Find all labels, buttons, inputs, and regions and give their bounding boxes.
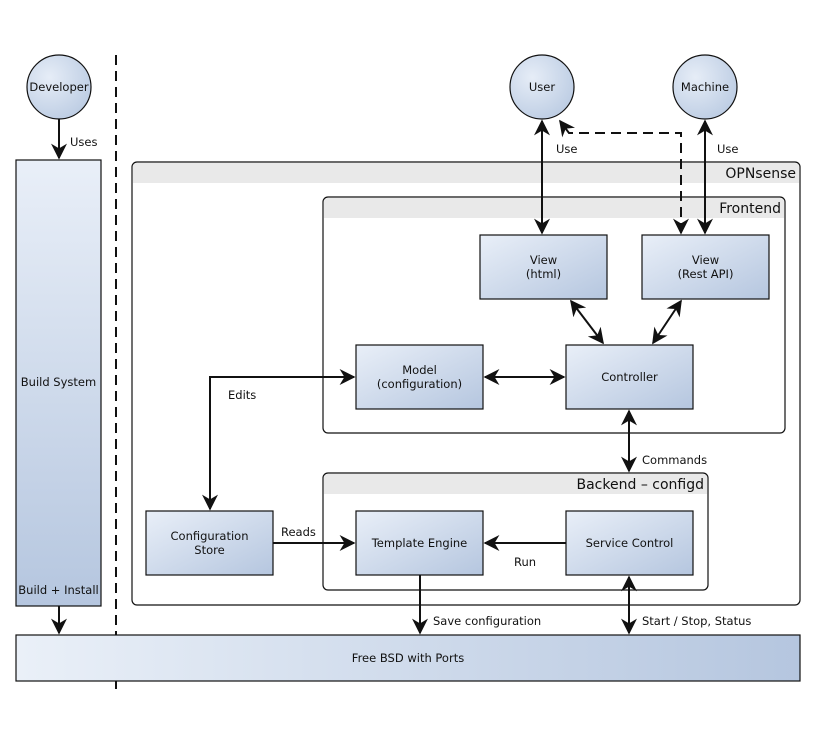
view-rest-title: View [692, 253, 719, 267]
view-rest-node: View (Rest API) [641, 234, 770, 300]
freebsd-label: Free BSD with Ports [352, 651, 464, 665]
developer-actor: Developer [26, 54, 92, 120]
template-engine-node: Template Engine [355, 510, 484, 576]
user-label: User [529, 80, 555, 94]
view-html-title: View [530, 253, 557, 267]
model-node: Model (configuration) [355, 344, 484, 410]
edge-label-commands: Commands [642, 453, 707, 467]
edge-label-use-machine: Use [717, 142, 738, 156]
config-store-subtitle: Store [194, 543, 224, 557]
freebsd-node: Free BSD with Ports [15, 634, 801, 682]
opnsense-label: OPNsense [725, 166, 796, 182]
machine-label: Machine [681, 80, 729, 94]
template-engine-label: Template Engine [371, 536, 468, 550]
edge-label-edits: Edits [228, 388, 256, 402]
config-store-title: Configuration [171, 529, 249, 543]
edge-label-run: Run [514, 555, 536, 569]
backend-label: Backend – configd [577, 477, 705, 493]
view-html-node: View (html) [479, 234, 608, 300]
edge-label-uses: Uses [70, 135, 97, 149]
service-control-label: Service Control [586, 536, 674, 550]
architecture-diagram: OPNsense Frontend Backend – configd Deve… [15, 54, 801, 690]
view-html-subtitle: (html) [526, 267, 561, 281]
machine-actor: Machine [672, 54, 738, 120]
model-title: Model [402, 363, 437, 377]
edge-label-start-stop-status: Start / Stop, Status [642, 614, 751, 628]
developer-label: Developer [29, 80, 88, 94]
model-subtitle: (configuration) [377, 377, 462, 391]
config-store-node: Configuration Store [145, 510, 274, 576]
build-install-label: Build + Install [18, 583, 98, 597]
controller-label: Controller [601, 370, 658, 384]
edge-label-reads: Reads [281, 525, 316, 539]
user-actor: User [509, 54, 575, 120]
build-system-label: Build System [21, 375, 96, 389]
edge-label-use-user: Use [556, 142, 577, 156]
frontend-label: Frontend [719, 201, 781, 217]
controller-node: Controller [565, 344, 694, 410]
build-system-node: Build System Build + Install [15, 159, 102, 607]
view-rest-subtitle: (Rest API) [678, 267, 734, 281]
edge-label-save-configuration: Save configuration [433, 614, 541, 628]
service-control-node: Service Control [565, 510, 694, 576]
